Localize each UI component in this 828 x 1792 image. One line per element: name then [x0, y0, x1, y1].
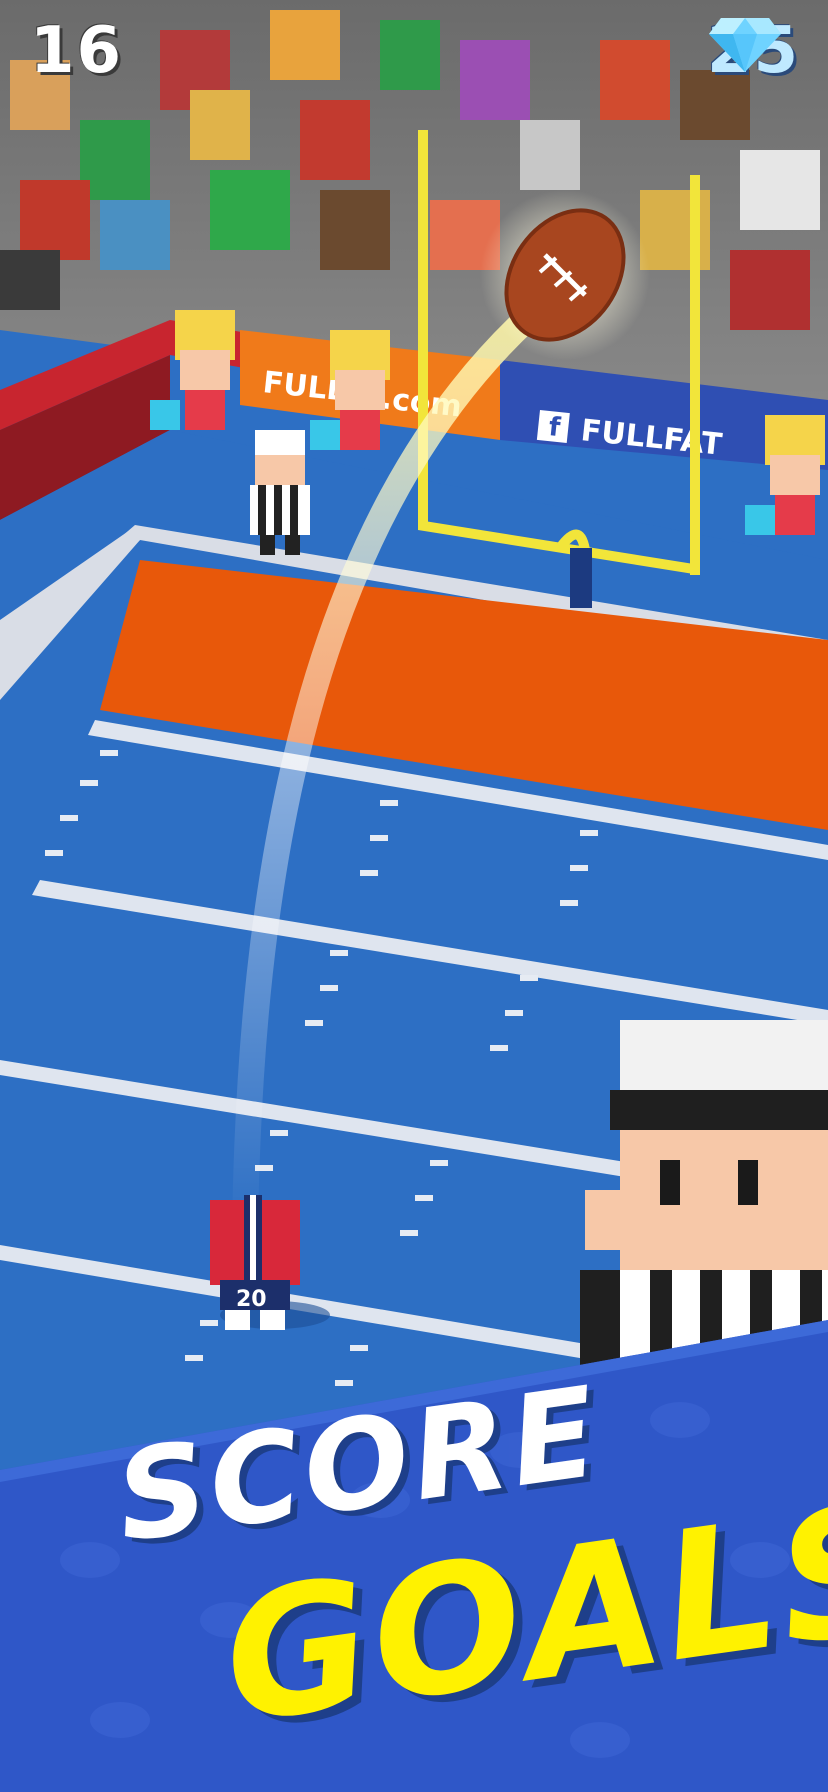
- game-screen[interactable]: FULLFA .com f FULLFAT: [0, 0, 828, 1792]
- diamond-icon: [708, 18, 781, 72]
- score-counter: 16: [30, 14, 124, 88]
- player-jersey-number: 20: [236, 1287, 267, 1312]
- gem-counter: 25: [707, 14, 800, 88]
